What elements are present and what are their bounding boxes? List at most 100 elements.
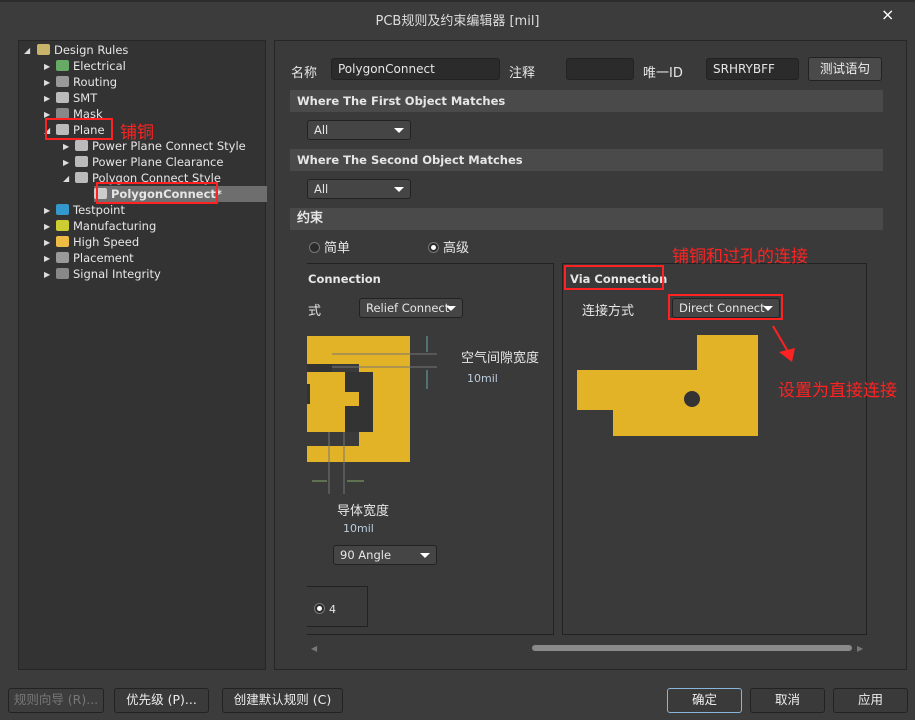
expand-toggle-icon[interactable]: ▶ — [44, 78, 50, 87]
radio-icon — [428, 242, 439, 253]
plane-icon — [75, 156, 88, 167]
conductor-width-label: 导体宽度 — [337, 504, 390, 519]
expand-toggle-icon[interactable]: ▶ — [44, 238, 50, 247]
ok-button[interactable]: 确定 — [667, 688, 742, 713]
placement-icon — [56, 252, 69, 263]
smt-icon — [56, 92, 69, 103]
comment-input[interactable] — [566, 58, 634, 80]
tree-root[interactable]: Design Rules — [37, 42, 128, 58]
air-gap-value: 10mil — [467, 372, 498, 385]
air-gap-label: 空气间隙宽度 — [461, 351, 540, 366]
tree-item[interactable]: Power Plane Clearance — [75, 154, 223, 170]
id-input[interactable]: SRHRYBFF — [706, 58, 799, 80]
direct-connect-diagram — [577, 335, 758, 436]
rule-wizard-button[interactable]: 规则向导 (R)... — [8, 688, 104, 713]
expand-toggle-icon[interactable]: ▶ — [63, 158, 69, 167]
second-match-value: All — [314, 182, 329, 196]
expand-toggle-icon[interactable]: ▶ — [63, 142, 69, 151]
annotation-box-via — [564, 265, 664, 290]
routing-icon — [56, 76, 69, 87]
signal-icon — [56, 268, 69, 279]
create-default-rules-button[interactable]: 创建默认规则 (C) — [222, 688, 343, 713]
expand-toggle-icon[interactable]: ▶ — [44, 222, 50, 231]
name-input[interactable]: PolygonConnect — [331, 58, 500, 80]
tree-item-label: Testpoint — [73, 203, 125, 217]
expand-toggle-icon[interactable]: ▶ — [44, 62, 50, 71]
tree-item[interactable]: SMT — [56, 90, 97, 106]
second-match-header: Where The Second Object Matches — [290, 149, 883, 171]
test-query-button[interactable]: 测试语句 — [808, 57, 882, 81]
annotation-via: 铺铜和过孔的连接 — [672, 247, 808, 267]
highspeed-icon — [56, 236, 69, 247]
first-match-header: Where The First Object Matches — [290, 90, 883, 112]
connect-style-value: Relief Connect — [366, 301, 450, 315]
tree-item[interactable]: Manufacturing — [56, 218, 156, 234]
tree-root-label: Design Rules — [54, 43, 129, 57]
testpoint-icon — [56, 204, 69, 215]
conductor-width-value: 10mil — [343, 522, 374, 535]
radio-advanced-label: 高级 — [443, 241, 470, 256]
scroll-left-icon[interactable]: ◀ — [311, 644, 317, 653]
angle-select[interactable]: 90 Angle — [333, 545, 437, 565]
expand-toggle-icon[interactable]: ▶ — [44, 254, 50, 263]
first-match-value: All — [314, 123, 329, 137]
tree-item-label: Routing — [73, 75, 118, 89]
connect-style-select[interactable]: Relief Connect — [359, 298, 463, 318]
tree-item-label: Signal Integrity — [73, 267, 161, 281]
title-bar: PCB规则及约束编辑器 [mil] × — [0, 0, 915, 32]
expand-toggle-icon[interactable]: ◢ — [63, 174, 69, 183]
cancel-button[interactable]: 取消 — [750, 688, 825, 713]
via-style-label: 连接方式 — [582, 304, 635, 319]
tree-item[interactable]: Testpoint — [56, 202, 125, 218]
electrical-icon — [56, 60, 69, 71]
radio-simple[interactable]: 简单 — [309, 237, 350, 256]
annotation-box-plane — [45, 118, 113, 140]
expand-toggle-icon[interactable]: ▶ — [44, 270, 50, 279]
tree-item[interactable]: Placement — [56, 250, 134, 266]
radio-advanced[interactable]: 高级 — [428, 237, 469, 256]
tree-item[interactable]: Power Plane Connect Style — [75, 138, 246, 154]
scroll-right-icon[interactable]: ▶ — [857, 644, 863, 653]
plane-icon — [75, 140, 88, 151]
conductors-radio-label: 4 — [329, 603, 336, 616]
annotation-arrow-icon — [772, 325, 795, 362]
relief-connect-diagram — [307, 336, 437, 494]
tree-item[interactable]: Signal Integrity — [56, 266, 161, 282]
annotation-plane: 铺铜 — [120, 123, 154, 143]
id-label: 唯一ID — [643, 66, 683, 81]
expand-toggle-icon[interactable]: ▶ — [44, 94, 50, 103]
tree-item-label: High Speed — [73, 235, 140, 249]
dropdown-arrow-icon — [394, 128, 404, 133]
window-title: PCB规则及约束编辑器 [mil] — [375, 14, 540, 29]
name-label: 名称 — [291, 66, 318, 81]
apply-button[interactable]: 应用 — [833, 688, 908, 713]
tree-item-label: Power Plane Clearance — [92, 155, 224, 169]
annotation-direct: 设置为直接连接 — [778, 381, 897, 401]
dropdown-arrow-icon — [446, 306, 456, 311]
tree-item[interactable]: High Speed — [56, 234, 139, 250]
priority-button[interactable]: 优先级 (P)... — [114, 688, 209, 713]
close-icon[interactable]: × — [881, 5, 894, 24]
second-match-select[interactable]: All — [307, 179, 411, 199]
tree-item-label: Electrical — [73, 59, 126, 73]
conductors-radio-4[interactable]: 4 — [314, 603, 336, 616]
tree-item[interactable]: Routing — [56, 74, 117, 90]
plane-icon — [75, 172, 88, 183]
first-match-select[interactable]: All — [307, 120, 411, 140]
dropdown-arrow-icon — [420, 553, 430, 558]
radio-simple-label: 简单 — [324, 241, 351, 256]
angle-value: 90 Angle — [340, 548, 392, 562]
constraints-header: 约束 — [290, 208, 883, 230]
connection-title: Connection — [308, 272, 381, 286]
comment-label: 注释 — [509, 66, 536, 81]
tree-item[interactable]: Electrical — [56, 58, 126, 74]
tree-item-label: Placement — [73, 251, 134, 265]
tree-item-label: Power Plane Connect Style — [92, 139, 246, 153]
radio-icon — [314, 603, 325, 614]
folder-icon — [37, 44, 50, 55]
horizontal-scrollbar[interactable] — [532, 645, 852, 651]
manufacturing-icon — [56, 220, 69, 231]
dropdown-arrow-icon — [394, 187, 404, 192]
connection-group: Connection 式 Relief Connect 空气间隙宽度 10mil… — [307, 263, 554, 635]
expand-toggle-icon[interactable]: ▶ — [44, 206, 50, 215]
